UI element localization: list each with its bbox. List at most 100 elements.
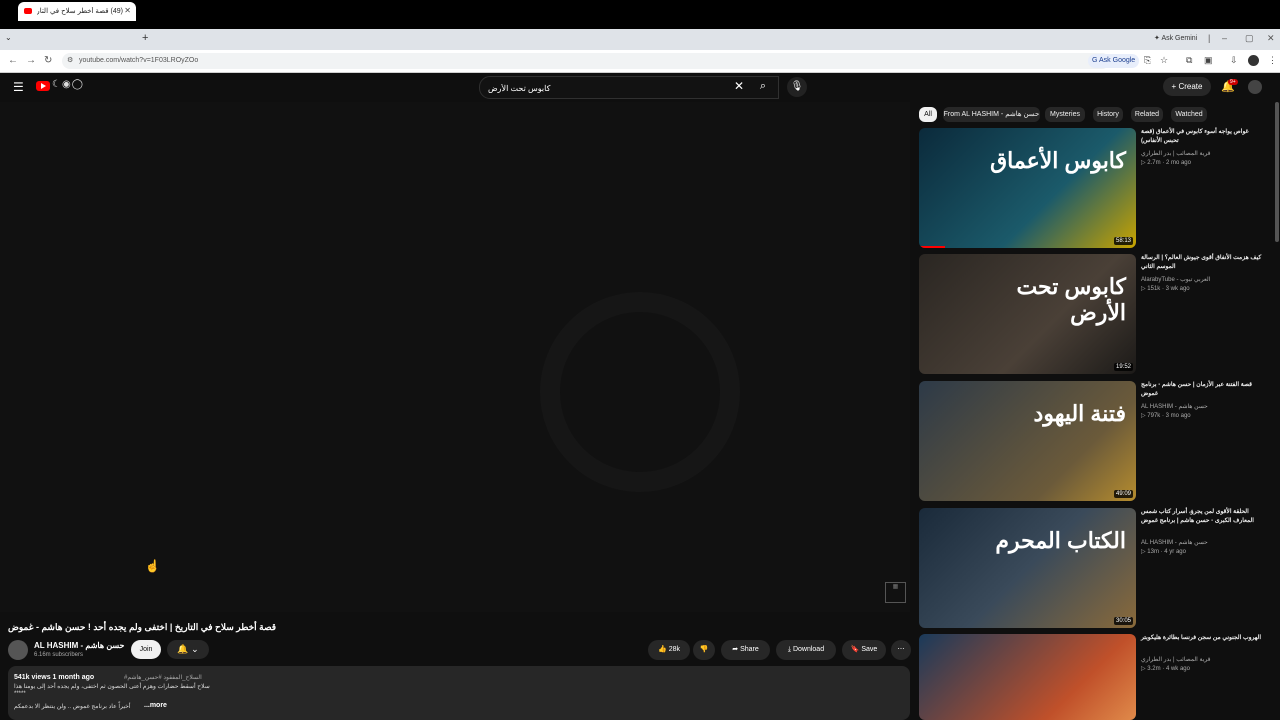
- channel-avatar[interactable]: [8, 640, 28, 660]
- recommendation-channel[interactable]: AlarabyTube - العربي تيوب: [1141, 276, 1210, 283]
- subscriber-count: 6.16m subscribers: [34, 652, 84, 658]
- chip-1[interactable]: From AL HASHIM - حسن هاشم: [943, 107, 1040, 122]
- hashtags[interactable]: #السلاح_المفقود #حسن_هاشم: [124, 674, 202, 681]
- subscription-bell-button[interactable]: 🔔 ⌄: [167, 640, 209, 659]
- recommendation-channel[interactable]: AL HASHIM - حسن هاشم: [1141, 403, 1208, 410]
- thumb-down-icon: 👎: [699, 646, 709, 653]
- screen-top-bar: [0, 0, 1280, 29]
- bookmark-star-icon[interactable]: ☆: [1160, 55, 1168, 66]
- browser-menu-icon[interactable]: ⋮: [1268, 55, 1277, 66]
- new-tab-icon[interactable]: +: [142, 32, 148, 44]
- maximize-icon[interactable]: ▢: [1245, 33, 1254, 44]
- share-label: Share: [740, 646, 759, 653]
- recommendation-channel[interactable]: AL HASHIM - حسن هاشم: [1141, 539, 1208, 546]
- browser-profile-avatar[interactable]: [1248, 55, 1259, 66]
- chip-5[interactable]: Watched: [1171, 107, 1207, 122]
- forward-icon[interactable]: →: [26, 55, 36, 66]
- recommendation-item[interactable]: فتنة اليهود 49:09 قصة الفتنة عبر الأزمان |…: [919, 381, 1269, 501]
- thumbnail-text: كابوس الأعماق: [990, 148, 1126, 173]
- duration-badge: 19:52: [1113, 363, 1133, 371]
- recommendation-channel[interactable]: قرية المصائب | بدر الطراري: [1141, 150, 1211, 157]
- dislike-button[interactable]: 👎: [693, 640, 715, 660]
- video-player[interactable]: [0, 102, 910, 612]
- sidepanel-icon[interactable]: ▣: [1204, 55, 1213, 66]
- recommendation-title[interactable]: الحلقة الأقوى لمن يجرؤ، أسرار كتاب شمس ا…: [1141, 508, 1265, 526]
- recommendation-meta: ▷ 797k · 3 mo ago: [1141, 413, 1191, 419]
- reload-icon[interactable]: ↻: [44, 55, 52, 66]
- download-icon: ⤓: [787, 646, 791, 653]
- close-tab-icon[interactable]: ✕: [124, 6, 131, 15]
- views-and-date: 541k views 1 month ago: [14, 674, 95, 681]
- video-thumbnail[interactable]: فتنة اليهود 49:09: [919, 381, 1136, 501]
- scrollbar[interactable]: [1275, 102, 1279, 242]
- like-count: 28k: [668, 646, 680, 653]
- youtube-favicon-icon: [24, 8, 32, 14]
- clear-search-icon[interactable]: ✕: [734, 79, 744, 93]
- ask-gemini-button[interactable]: ✦ Ask Gemini: [1154, 34, 1197, 42]
- thumb-up-icon: 👍: [658, 646, 667, 653]
- download-label: Download: [792, 646, 825, 653]
- duration-badge: 30:05: [1113, 617, 1133, 625]
- minimize-icon[interactable]: –: [1222, 33, 1227, 43]
- search-input[interactable]: [486, 79, 730, 97]
- channel-watermark-icon[interactable]: ▦: [885, 582, 906, 603]
- video-thumbnail[interactable]: [919, 634, 1136, 720]
- recommendation-meta: ▷ 3.2m · 4 wk ago: [1141, 666, 1190, 672]
- create-button[interactable]: + Create: [1163, 77, 1211, 96]
- ask-google-button[interactable]: G Ask Google: [1088, 54, 1140, 68]
- recommendation-channel[interactable]: قرية المصائب | بدر الطراري: [1141, 656, 1211, 663]
- video-title: قصة أخطر سلاح في التاريخ | اختفى ولم يجد…: [8, 622, 277, 632]
- address-bar[interactable]: ⚙ youtube.com/watch?v=1F03LROyZOo: [62, 53, 1110, 69]
- browser-tab-active[interactable]: (49) قصة أخطر سلاح في التاريخ ✕: [18, 2, 136, 21]
- recommendation-item[interactable]: كابوس الأعماق 58:13 غواص يواجه أسوء كابوس …: [919, 128, 1269, 248]
- save-button[interactable]: 🔖 Save: [842, 640, 886, 660]
- show-more-link[interactable]: ...more: [144, 702, 167, 709]
- downloads-icon[interactable]: ⇩: [1230, 55, 1238, 66]
- video-thumbnail[interactable]: الكتاب المحرم 30:05: [919, 508, 1136, 628]
- player-background-graphic: [540, 292, 740, 492]
- join-button[interactable]: Join: [131, 640, 161, 659]
- doodle-logo-icon[interactable]: ☾◉◯: [52, 79, 84, 90]
- chip-4[interactable]: Related: [1131, 107, 1163, 122]
- description-box[interactable]: 541k views 1 month ago #السلاح_المفقود #…: [8, 666, 910, 720]
- chip-2[interactable]: Mysteries: [1045, 107, 1085, 122]
- chip-3[interactable]: History: [1093, 107, 1123, 122]
- download-button[interactable]: ⤓ Download: [776, 640, 836, 660]
- description-line-3: أخيراً عاد برنامج غموض .. ولن ينتظر الا …: [14, 704, 131, 710]
- recommendation-item[interactable]: الكتاب المحرم 30:05 الحلقة الأقوى لمن يجرؤ…: [919, 508, 1269, 628]
- chip-0[interactable]: All: [919, 107, 937, 122]
- recommendation-title[interactable]: كيف هزمت الأنفاق أقوى جيوش العالم؟ | الر…: [1141, 254, 1265, 272]
- youtube-logo-icon[interactable]: [36, 81, 50, 91]
- ask-google-label: Ask Google: [1099, 57, 1136, 64]
- more-actions-button[interactable]: ⋯: [891, 640, 911, 660]
- recommendation-meta: ▷ 2.7m · 2 mo ago: [1141, 160, 1191, 166]
- share-button[interactable]: ➦ Share: [721, 640, 770, 660]
- voice-search-icon[interactable]: 🎙: [787, 77, 807, 97]
- recommendation-title[interactable]: قصة الفتنة عبر الأزمان | حسن هاشم - برنا…: [1141, 381, 1265, 399]
- search-button[interactable]: ⌕: [749, 76, 777, 97]
- thumbnail-text: فتنة اليهود: [1033, 401, 1126, 426]
- tab-search-icon[interactable]: ⌄: [5, 33, 12, 42]
- extensions-icon[interactable]: ⧉: [1186, 55, 1192, 66]
- recommendation-meta: ▷ 13m · 4 yr ago: [1141, 549, 1186, 555]
- recommendation-item[interactable]: الهروب الجنوني من سجن فرنسا بطائرة هليكو…: [919, 634, 1269, 720]
- thumbnail-text: كابوس تحت الأرض: [1016, 274, 1126, 325]
- install-icon[interactable]: ⎘: [1144, 55, 1151, 66]
- close-window-icon[interactable]: ✕: [1267, 33, 1275, 44]
- window-menu-icon[interactable]: |: [1208, 33, 1210, 43]
- duration-badge: 49:09: [1113, 490, 1133, 498]
- menu-icon[interactable]: ☰: [13, 80, 24, 94]
- account-avatar[interactable]: [1248, 80, 1262, 94]
- like-button[interactable]: 👍 28k: [648, 640, 690, 660]
- video-thumbnail[interactable]: كابوس تحت الأرض 19:52: [919, 254, 1136, 374]
- video-thumbnail[interactable]: كابوس الأعماق 58:13: [919, 128, 1136, 248]
- recommendation-title[interactable]: الهروب الجنوني من سجن فرنسا بطائرة هليكو…: [1141, 634, 1265, 643]
- recommendation-title[interactable]: غواص يواجه أسوء كابوس في الأعماق (قصة تح…: [1141, 128, 1265, 146]
- channel-name[interactable]: AL HASHIM - حسن هاشم: [34, 641, 124, 650]
- site-info-icon[interactable]: ⚙: [67, 56, 73, 64]
- share-icon: ➦: [732, 646, 739, 653]
- recommendation-item[interactable]: كابوس تحت الأرض 19:52 كيف هزمت الأنفاق أقو…: [919, 254, 1269, 374]
- back-icon[interactable]: ←: [8, 55, 18, 66]
- thumbnail-text: الكتاب المحرم: [995, 528, 1126, 553]
- url-text: youtube.com/watch?v=1F03LROyZOo: [79, 57, 199, 64]
